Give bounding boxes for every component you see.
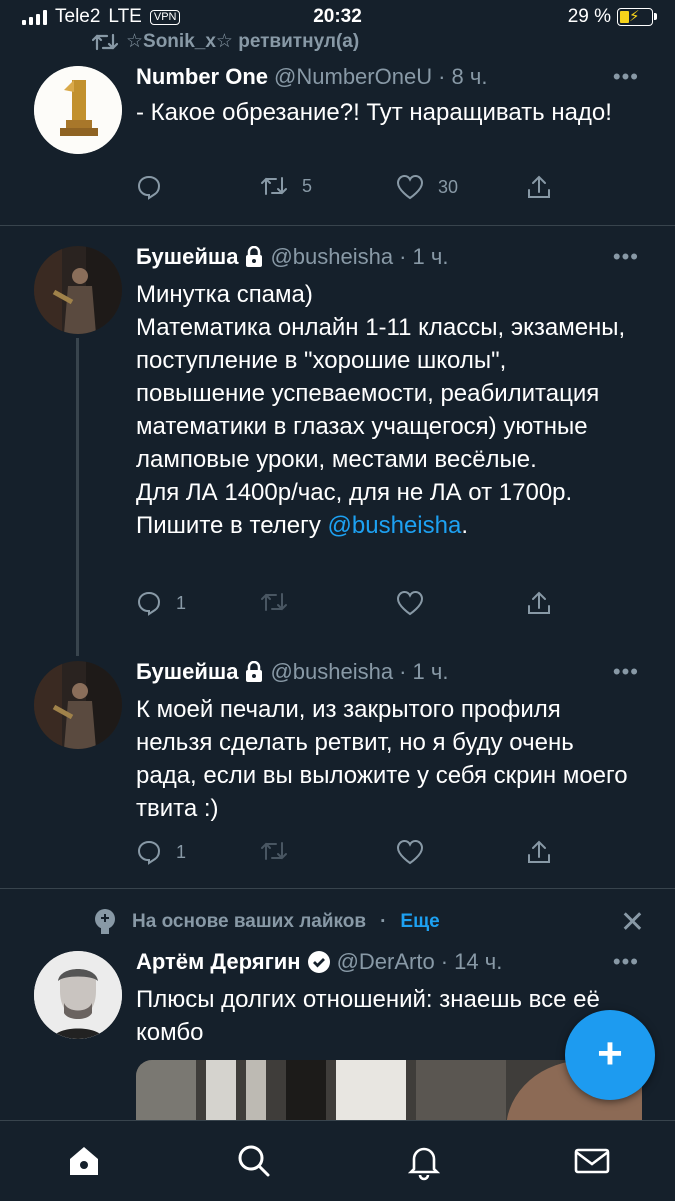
reply-button[interactable] xyxy=(136,174,176,200)
compose-plus-icon: + xyxy=(597,1029,623,1078)
share-icon xyxy=(528,175,550,198)
tweet-text-body: Минутка спама) Математика онлайн 1-11 кл… xyxy=(136,281,626,539)
tweet-header: Бушейша @busheisha · 1 ч. xyxy=(136,659,448,685)
retweet-icon xyxy=(261,177,287,195)
heart-icon xyxy=(396,590,424,616)
search-tab[interactable] xyxy=(234,1141,274,1181)
author-handle[interactable]: @DerArto xyxy=(337,949,435,975)
avatar[interactable] xyxy=(34,246,122,334)
tweet-text: К моей печали, из закрытого профиля нель… xyxy=(136,696,635,822)
reply-button[interactable]: 1 xyxy=(136,839,186,865)
share-button[interactable] xyxy=(526,590,552,616)
author-name[interactable]: Артём Дерягин xyxy=(136,949,301,975)
heart-icon xyxy=(396,839,424,865)
retweet-count: 5 xyxy=(302,175,313,196)
tweet-actions: 1 xyxy=(136,590,576,620)
reply-icon xyxy=(137,175,161,200)
like-button[interactable] xyxy=(396,590,424,616)
more-options-icon[interactable]: ••• xyxy=(613,64,639,90)
divider xyxy=(0,888,675,889)
tweet-text: - Какое обрезание?! Тут наращивать надо! xyxy=(136,99,612,126)
author-name[interactable]: Бушейша xyxy=(136,244,238,270)
recommendation-separator: · xyxy=(380,911,387,932)
more-options-icon[interactable]: ••• xyxy=(613,244,639,270)
share-button[interactable] xyxy=(526,839,552,865)
tweet-text: Минутка спама) Математика онлайн 1-11 кл… xyxy=(136,278,636,542)
retweet-icon xyxy=(92,33,118,50)
lightbulb-icon xyxy=(95,909,115,934)
tweet-time: · 14 ч. xyxy=(440,949,503,974)
battery-icon: ⚡ xyxy=(617,8,657,26)
author-handle[interactable]: @busheisha xyxy=(270,244,393,270)
retweet-icon xyxy=(261,593,287,611)
author-handle[interactable]: @NumberOneU xyxy=(274,64,432,90)
bottom-tab-bar xyxy=(0,1120,675,1201)
retweet-banner-text: ☆Sonik_x☆ ретвитнул(а) xyxy=(126,31,360,52)
home-icon xyxy=(70,1147,98,1175)
retweet-banner[interactable]: ☆Sonik_x☆ ретвитнул(а) xyxy=(92,30,359,53)
bell-icon xyxy=(407,1147,441,1181)
retweet-icon xyxy=(261,842,287,860)
share-icon xyxy=(528,591,550,614)
mention-link[interactable]: @busheisha xyxy=(328,512,462,539)
envelope-icon xyxy=(574,1148,610,1174)
divider xyxy=(0,225,675,226)
battery-percent: 29 % xyxy=(567,6,611,27)
tweet-busheisha-2[interactable]: Бушейша @busheisha · 1 ч. ••• К моей печ… xyxy=(0,655,675,885)
recommendation-context: На основе ваших лайков · Еще xyxy=(92,908,440,936)
lock-icon xyxy=(246,661,263,682)
share-icon xyxy=(528,840,550,863)
tweet-header: Number One @NumberOneU · 8 ч. xyxy=(136,64,487,90)
retweet-button[interactable]: 5 xyxy=(260,174,312,198)
lock-icon xyxy=(246,246,263,267)
avatar[interactable] xyxy=(34,951,122,1039)
tweet-number-one[interactable]: Number One @NumberOneU · 8 ч. ••• - Како… xyxy=(0,60,675,225)
tweet-busheisha-1[interactable]: Бушейша @busheisha · 1 ч. ••• Минутка сп… xyxy=(0,240,675,640)
avatar[interactable] xyxy=(34,661,122,749)
heart-icon xyxy=(396,174,424,200)
compose-tweet-button[interactable]: + xyxy=(565,1010,655,1100)
reply-count: 1 xyxy=(176,592,187,613)
recommendation-more-link[interactable]: Еще xyxy=(400,911,439,933)
tweet-time: · 8 ч. xyxy=(438,64,488,89)
search-icon xyxy=(238,1145,270,1177)
share-button[interactable] xyxy=(526,174,552,200)
close-icon[interactable]: ✕ xyxy=(620,908,645,938)
reply-button[interactable]: 1 xyxy=(136,590,186,616)
tweet-text-tail: . xyxy=(461,512,468,539)
reply-count: 1 xyxy=(176,841,187,862)
author-name[interactable]: Бушейша xyxy=(136,659,238,685)
tweet-header: Бушейша @busheisha · 1 ч. xyxy=(136,244,448,270)
author-name[interactable]: Number One xyxy=(136,64,268,90)
recommendation-label: На основе ваших лайков xyxy=(132,911,367,932)
notifications-tab[interactable] xyxy=(404,1141,444,1181)
avatar[interactable] xyxy=(34,66,122,154)
verified-badge-icon xyxy=(307,951,330,973)
tweet-text: Плюсы долгих отношений: знаешь все её ко… xyxy=(136,986,607,1046)
like-count: 30 xyxy=(438,176,459,197)
tweet-header: Артём Дерягин @DerArto · 14 ч. xyxy=(136,949,502,975)
author-handle[interactable]: @busheisha xyxy=(270,659,393,685)
like-button[interactable] xyxy=(396,839,424,865)
retweet-button-disabled xyxy=(260,590,288,614)
status-right: 29 % ⚡ xyxy=(567,6,657,28)
tweet-actions: 5 30 xyxy=(136,174,576,204)
more-options-icon[interactable]: ••• xyxy=(613,659,639,685)
home-tab[interactable] xyxy=(64,1141,104,1181)
more-options-icon[interactable]: ••• xyxy=(613,949,639,975)
messages-tab[interactable] xyxy=(572,1141,612,1181)
tweet-time: · 1 ч. xyxy=(399,659,449,684)
status-bar: Tele2 LTE VPN 20:32 29 % ⚡ xyxy=(0,0,675,34)
reply-icon xyxy=(137,591,161,616)
retweet-button-disabled xyxy=(260,839,288,863)
like-button[interactable]: 30 xyxy=(396,174,458,200)
tweet-actions: 1 xyxy=(136,839,576,869)
tweet-time: · 1 ч. xyxy=(399,244,449,269)
reply-icon xyxy=(137,840,161,865)
